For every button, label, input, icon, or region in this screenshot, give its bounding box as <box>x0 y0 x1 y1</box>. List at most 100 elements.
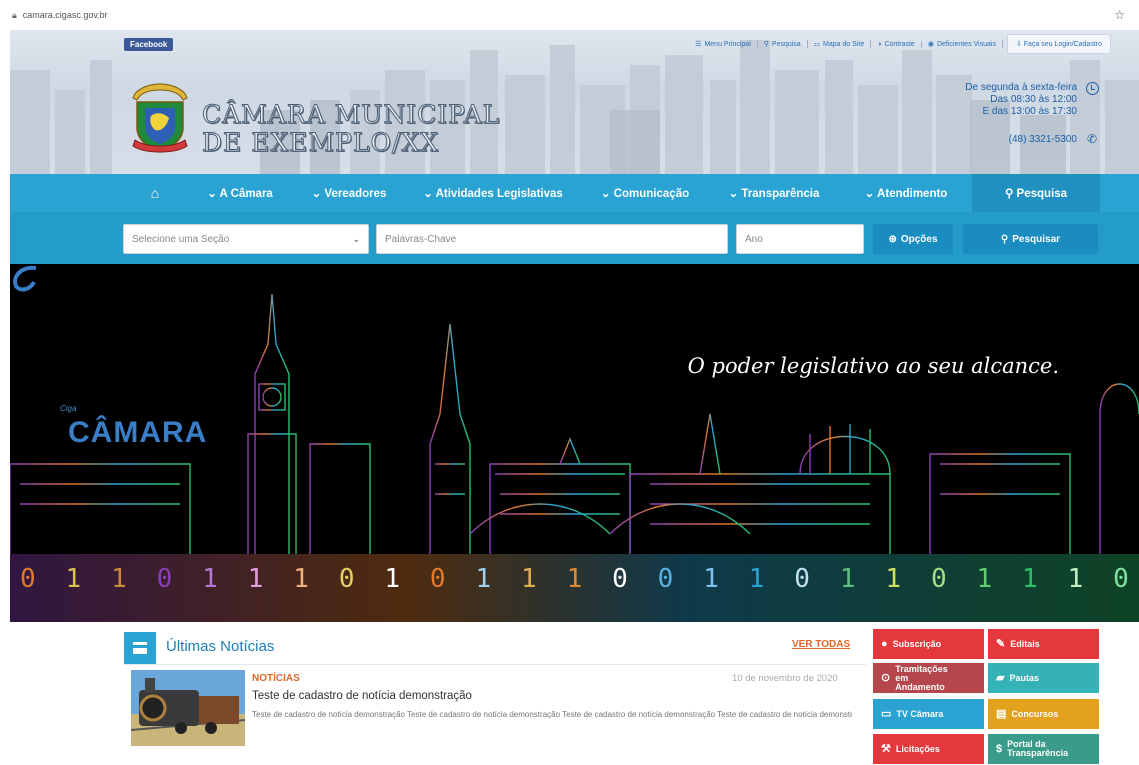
comment-icon: ● <box>881 637 888 650</box>
quick-link-label: Editais <box>1010 638 1040 649</box>
phone-icon: ✆ <box>1086 132 1097 146</box>
divider <box>124 664 866 665</box>
top-utility-bar: Facebook ☰ Menu Principal ⚲ Pesquisa ⚏ M… <box>10 30 1139 60</box>
link-label: Mapa do Site <box>822 40 865 48</box>
tv-icon: ▭ <box>881 707 892 720</box>
hours-line1: De segunda à sexta-feira <box>965 82 1077 93</box>
binary-digit: 1 <box>1022 564 1038 594</box>
nav-pesquisa[interactable]: ⚲ Pesquisa <box>972 174 1100 212</box>
binary-digit: 1 <box>839 564 856 594</box>
nav-atendimento[interactable]: ⌄ Atendimento <box>840 174 972 212</box>
utility-links: ☰ Menu Principal ⚲ Pesquisa ⚏ Mapa do Si… <box>689 34 1111 54</box>
keywords-input[interactable]: Palavras-Chave <box>376 224 728 254</box>
binary-digit: 1 <box>384 564 401 594</box>
news-thumbnail[interactable] <box>131 670 245 746</box>
site-header: Facebook ☰ Menu Principal ⚲ Pesquisa ⚏ M… <box>10 30 1139 174</box>
binary-digit: 0 <box>429 564 446 594</box>
nav-home[interactable]: ⌂ <box>124 174 186 212</box>
site-title-line1: CÂMARA MUNICIPAL <box>201 100 501 130</box>
nav-label: ⌄ Atendimento <box>864 188 948 200</box>
link-pesquisa[interactable]: ⚲ Pesquisa <box>758 40 808 48</box>
quick-link-licitacoes[interactable]: ⚒ Licitações <box>873 734 984 764</box>
binary-digit: 0 <box>156 564 173 594</box>
login-button[interactable]: ⇩ Faça seu Login/Cadastro <box>1006 34 1111 54</box>
nav-label: ⚲ Pesquisa <box>1004 188 1068 200</box>
section-select-value: Selecione uma Seção <box>132 233 230 245</box>
nav-transparencia[interactable]: ⌄ Transparência <box>708 174 840 212</box>
nav-atividades-legislativas[interactable]: ⌄ Atividades Legislativas <box>404 174 582 212</box>
news-description: Teste de cadastro de notícia demonstraçã… <box>252 710 852 719</box>
contrast-icon: ◑ <box>877 40 882 48</box>
quick-link-portal-transparencia[interactable]: $ Portal da Transparência <box>988 734 1099 764</box>
document-icon: ▤ <box>996 707 1007 720</box>
nav-label: ⌄ Transparência <box>728 188 820 200</box>
quick-link-label: Licitações <box>895 743 940 754</box>
quick-link-editais[interactable]: ✎ Editais <box>988 629 1099 659</box>
phone-number[interactable]: (48) 3321-5300 <box>1009 134 1077 145</box>
office-hours: De segunda à sexta-feira Das 08:30 às 12… <box>965 82 1077 118</box>
hours-line2: Das 08:30 às 12:00 <box>990 94 1077 105</box>
quick-link-label: TV Câmara <box>896 708 944 719</box>
nav-label: ⌄ Vereadores <box>311 188 387 200</box>
user-icon: ⇩ <box>1015 41 1022 48</box>
quick-link-tv-camara[interactable]: ▭ TV Câmara <box>873 699 984 729</box>
nav-label: ⌄ A Câmara <box>207 188 273 200</box>
municipal-coat-of-arms-icon <box>132 83 188 153</box>
news-section-title: Últimas Notícias <box>166 638 275 655</box>
search-button[interactable]: ⚲ Pesquisar <box>963 224 1098 254</box>
binary-digit: 0 <box>930 564 947 594</box>
hero-banner[interactable]: 0 1 1 0 1 1 1 0 1 0 1 1 1 0 0 1 1 0 1 1 … <box>10 264 1139 622</box>
main-navigation: ⌂ ⌄ A Câmara ⌄ Vereadores ⌄ Atividades L… <box>10 174 1139 212</box>
news-headline[interactable]: Teste de cadastro de notícia demonstraçã… <box>252 690 472 702</box>
search-bar: Selecione uma Seção ⌄ Palavras-Chave Ano… <box>10 212 1139 264</box>
see-all-news-link[interactable]: VER TODAS <box>792 639 850 650</box>
train-image <box>131 670 245 746</box>
news-category: NOTÍCIAS <box>252 673 300 684</box>
quick-link-tramitacoes[interactable]: ⊙ Tramitações em Andamento <box>873 663 984 693</box>
link-label: Menu Principal <box>704 40 751 48</box>
quick-link-subscricao[interactable]: ● Subscrição <box>873 629 984 659</box>
dollar-icon: $ <box>996 742 1003 755</box>
nav-vereadores[interactable]: ⌄ Vereadores <box>294 174 404 212</box>
options-label: Opções <box>900 233 938 245</box>
link-mapa-do-site[interactable]: ⚏ Mapa do Site <box>808 40 872 48</box>
nav-comunicacao[interactable]: ⌄ Comunicação <box>582 174 708 212</box>
year-input[interactable]: Ano <box>736 224 864 254</box>
binary-digit: 1 <box>475 564 492 594</box>
quick-link-concursos[interactable]: ▤ Concursos <box>988 699 1099 729</box>
binary-digit: 1 <box>202 564 218 594</box>
year-placeholder: Ano <box>745 233 763 245</box>
nav-a-camara[interactable]: ⌄ A Câmara <box>186 174 294 212</box>
hours-line3: E das 13:00 às 17:30 <box>982 106 1077 117</box>
nav-label: ⌄ Atividades Legislativas <box>423 188 563 200</box>
section-select[interactable]: Selecione uma Seção ⌄ <box>123 224 369 254</box>
nav-label: ⌄ Comunicação <box>600 188 690 200</box>
binary-digit: 0 <box>20 564 36 594</box>
camara-logo-text: CÂMARA <box>68 416 208 449</box>
browser-url-bar[interactable]: 🔒︎ camara.cigasc.gov.br ☆ <box>0 0 1139 30</box>
binary-digit: 1 <box>748 564 765 594</box>
binary-digit: 1 <box>65 564 82 594</box>
quick-link-pautas[interactable]: ▰ Pautas <box>988 663 1099 693</box>
binary-digit: 0 <box>794 564 810 594</box>
facebook-label: Facebook <box>130 40 168 49</box>
quick-link-label: Tramitações em Andamento <box>895 663 948 692</box>
banner-slogan: O poder legislativo ao seu alcance. <box>687 354 1059 378</box>
binary-digit: 0 <box>612 564 628 594</box>
chevron-down-icon: ⌄ <box>352 234 360 244</box>
link-contraste[interactable]: ◑ Contraste <box>871 40 922 48</box>
site-title-line2: DE EXEMPLO/XX <box>201 128 440 158</box>
facebook-button[interactable]: Facebook <box>124 38 174 51</box>
url-text[interactable]: camara.cigasc.gov.br <box>23 10 108 20</box>
clock-icon: ⊙ <box>881 671 891 684</box>
link-label: Deficientes Visuais <box>936 40 996 48</box>
star-icon[interactable]: ☆ <box>1114 8 1125 22</box>
link-menu-principal[interactable]: ☰ Menu Principal <box>689 40 758 48</box>
link-deficientes-visuais[interactable]: ◉ Deficientes Visuais <box>922 40 1003 48</box>
search-label: Pesquisar <box>1012 233 1061 245</box>
visual-impaired-icon: ◉ <box>927 41 934 48</box>
options-button[interactable]: ⊕ Opções <box>873 224 953 254</box>
link-label: Pesquisa <box>771 40 801 48</box>
binary-digit: 1 <box>293 564 309 594</box>
link-label: Contraste <box>884 40 915 48</box>
